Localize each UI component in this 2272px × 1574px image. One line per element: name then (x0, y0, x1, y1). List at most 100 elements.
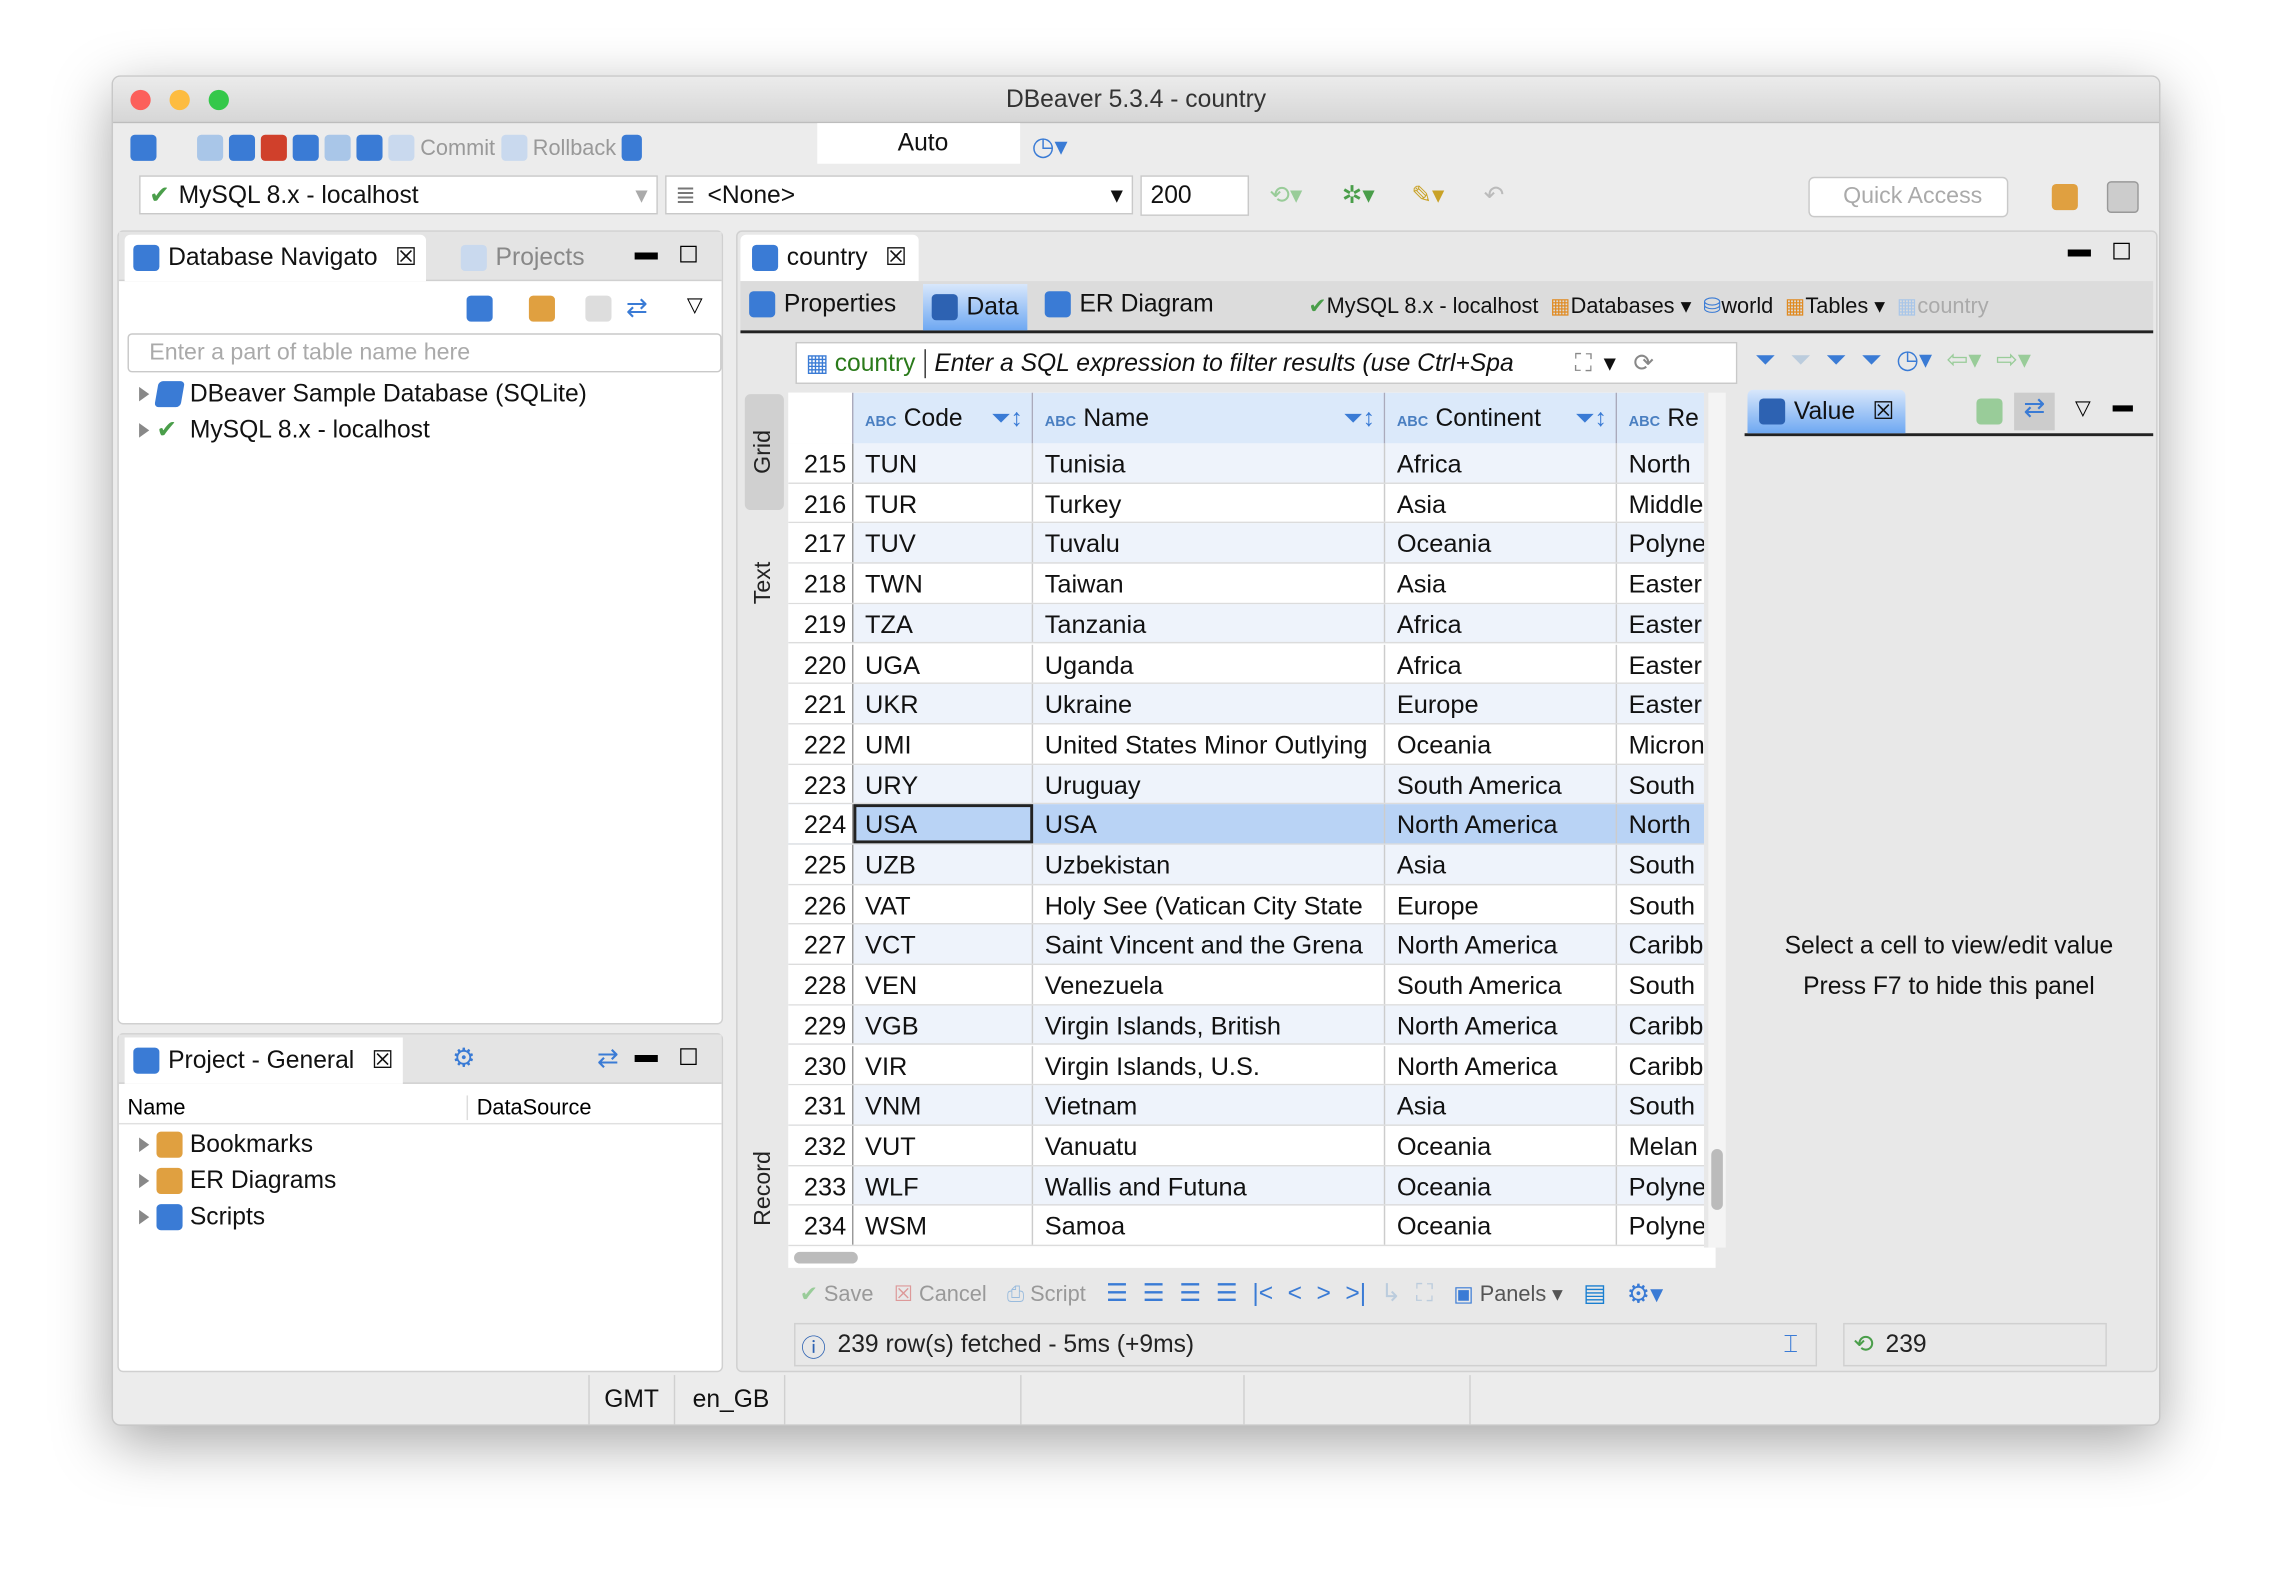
collapse-all-icon[interactable] (585, 295, 612, 322)
save-value-icon[interactable] (1976, 398, 2003, 425)
tab-project-general[interactable]: Project - General ☒ (124, 1037, 403, 1084)
cell-code[interactable]: TUR (853, 483, 1034, 523)
cell-region[interactable]: Easter (1617, 644, 1704, 683)
expand-icon[interactable] (139, 386, 150, 402)
cell-name[interactable]: Tanzania (1033, 603, 1386, 643)
tab-database-navigator[interactable]: Database Navigato ☒ (124, 234, 426, 282)
cell-continent[interactable]: Oceania (1385, 1165, 1618, 1205)
back-icon[interactable]: ↶ (1484, 181, 1505, 210)
table-row[interactable]: 230 VIR Virgin Islands, U.S. North America C… (788, 1045, 1705, 1086)
row-number[interactable]: 229 (788, 1005, 854, 1044)
cell-region[interactable]: South (1617, 965, 1704, 1004)
row-number[interactable]: 232 (788, 1125, 854, 1165)
cell-region[interactable]: Micron (1617, 724, 1704, 763)
cell-name[interactable]: Turkey (1033, 483, 1386, 523)
debug-icon[interactable]: ✲▾ (1342, 181, 1375, 210)
table-row[interactable]: 233 WLF Wallis and Futuna Oceania Polyne (788, 1165, 1705, 1206)
scrollbar-thumb[interactable] (794, 1251, 858, 1264)
cell-continent[interactable]: South America (1385, 965, 1618, 1004)
cell-code[interactable]: UMI (853, 724, 1034, 764)
back-arrow-icon[interactable]: ⇦▾ (1947, 345, 1982, 375)
next-icon[interactable]: > (1317, 1279, 1331, 1308)
breadcrumb-tables[interactable]: ▦Tables ▾ (1785, 293, 1885, 319)
disconnect-icon[interactable] (260, 134, 287, 161)
fetch-all-icon[interactable]: ⛶ (1416, 1279, 1433, 1308)
expand-icon[interactable] (139, 423, 150, 438)
rollback-button[interactable]: Rollback (500, 134, 616, 161)
table-row[interactable]: 232 VUT Vanuatu Oceania Melan (788, 1125, 1705, 1166)
cell-region[interactable]: South (1617, 885, 1704, 924)
cell-name[interactable]: Holy See (Vatican City State (1033, 884, 1386, 924)
cell-name[interactable]: USA (1033, 804, 1386, 844)
breadcrumb-connection[interactable]: ✔MySQL 8.x - localhost (1308, 293, 1538, 319)
breadcrumb-world[interactable]: ⛁world (1703, 293, 1773, 319)
cell-code[interactable]: UKR (853, 684, 1034, 723)
table-row[interactable]: 226 VAT Holy See (Vatican City State Europe… (788, 884, 1705, 926)
maximize-icon[interactable]: ☐ (678, 241, 699, 270)
cell-region[interactable]: South (1617, 764, 1704, 803)
refresh-icon[interactable]: ⟲ (1853, 1330, 1874, 1359)
result-filter-input[interactable]: ▦ country Enter a SQL expression to filter… (795, 341, 1738, 384)
expand-icon[interactable]: ⛶ (1575, 348, 1592, 377)
cell-region[interactable]: North (1617, 443, 1704, 482)
last-page-icon[interactable]: >| (1345, 1279, 1366, 1308)
row-number[interactable]: 216 (788, 483, 854, 523)
cell-code[interactable]: WSM (853, 1205, 1034, 1245)
cell-name[interactable]: Taiwan (1033, 563, 1386, 603)
table-row[interactable]: 229 VGB Virgin Islands, British North Ameri… (788, 1005, 1705, 1046)
add-row-icon[interactable]: ☰ (1143, 1279, 1165, 1308)
row-number[interactable]: 227 (788, 925, 854, 964)
close-icon[interactable]: ☒ (372, 1046, 394, 1075)
sort-filter-icon[interactable]: ⏷↕ (1343, 393, 1375, 444)
cell-region[interactable]: Melan (1617, 1126, 1704, 1165)
cell-region[interactable]: Polyne (1617, 524, 1704, 563)
cell-code[interactable]: TZA (853, 603, 1034, 643)
cell-code[interactable]: VEN (853, 965, 1034, 1004)
vertical-scrollbar[interactable] (1708, 392, 1726, 1248)
cell-name[interactable]: United States Minor Outlying (1033, 724, 1386, 764)
cell-name[interactable]: Tunisia (1033, 443, 1386, 483)
table-row[interactable]: 217 TUV Tuvalu Oceania Polyne (788, 523, 1705, 564)
reconnect-icon[interactable] (228, 134, 256, 161)
row-number[interactable]: 215 (788, 443, 854, 483)
save-filter-icon[interactable]: ⏷ (1825, 345, 1846, 375)
cell-name[interactable]: Uruguay (1033, 764, 1386, 804)
cancel-button[interactable]: ☒ Cancel (894, 1281, 987, 1307)
row-number[interactable]: 225 (788, 844, 854, 884)
maximize-icon[interactable]: ☐ (678, 1043, 699, 1072)
connect-icon[interactable] (197, 134, 224, 161)
side-tab-grid[interactable]: Grid (744, 394, 784, 511)
cell-region[interactable]: Middle (1617, 484, 1704, 523)
cell-continent[interactable]: Asia (1385, 483, 1618, 523)
column-header-name[interactable]: ABC Name ⏷↕ (1033, 392, 1386, 444)
cell-region[interactable]: South (1617, 1086, 1704, 1125)
column-header-continent[interactable]: ABC Continent ⏷↕ (1385, 392, 1618, 444)
navigator-filter-input[interactable]: Enter a part of table name here (127, 333, 722, 373)
script-button[interactable]: ⎙ Script (1007, 1282, 1086, 1307)
row-number[interactable]: 230 (788, 1045, 854, 1085)
auto-apply-icon[interactable]: ⇄ (2014, 392, 2055, 431)
view-menu-icon[interactable]: ▽ (687, 293, 703, 318)
fetch-next-icon[interactable]: ↳ (1381, 1279, 1402, 1308)
cell-code[interactable]: TUV (853, 523, 1034, 563)
delete-row-icon[interactable]: ☰ (1216, 1279, 1238, 1308)
cell-region[interactable]: North (1617, 805, 1704, 844)
row-number[interactable]: 221 (788, 684, 854, 723)
cell-continent[interactable]: North America (1385, 925, 1618, 964)
minimize-icon[interactable]: ▬ (2113, 393, 2133, 416)
expand-icon[interactable] (139, 1209, 150, 1225)
column-header-datasource[interactable]: DataSource (466, 1095, 592, 1121)
cell-region[interactable]: Polyne (1617, 1166, 1704, 1205)
previous-icon[interactable]: < (1288, 1279, 1302, 1308)
cell-continent[interactable]: North America (1385, 1045, 1618, 1085)
cell-code[interactable]: TWN (853, 563, 1034, 603)
cell-region[interactable]: Easter (1617, 604, 1704, 643)
cell-code[interactable]: VNM (853, 1085, 1034, 1125)
copy-row-icon[interactable]: ☰ (1179, 1279, 1201, 1308)
first-page-icon[interactable]: |< (1252, 1279, 1273, 1308)
new-folder-icon[interactable] (528, 295, 555, 322)
tree-item-scripts[interactable]: Scripts (139, 1203, 265, 1232)
layout-icon[interactable]: ▤ (1583, 1279, 1606, 1308)
cell-code[interactable]: VUT (853, 1125, 1034, 1165)
table-row[interactable]: 215 TUN Tunisia Africa North (788, 443, 1705, 484)
